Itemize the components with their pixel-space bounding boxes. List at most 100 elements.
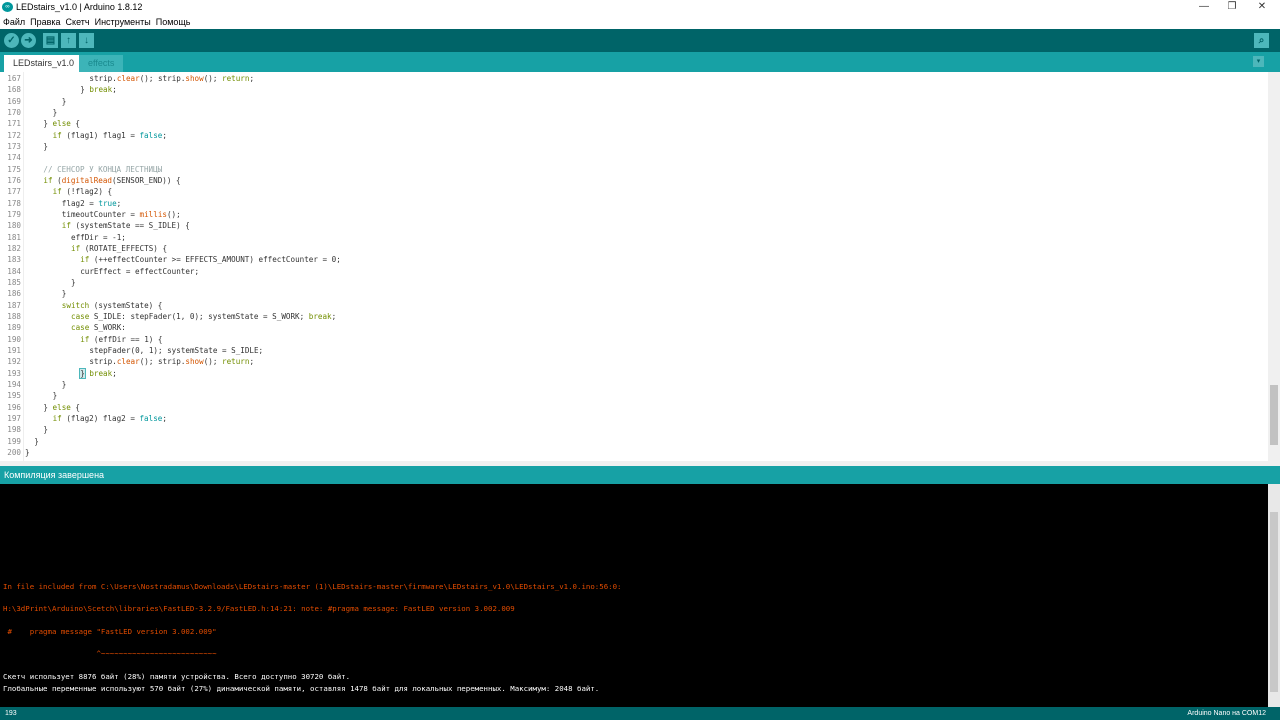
editor-scroll-thumb[interactable] bbox=[1270, 385, 1278, 445]
menu-sketch[interactable]: Скетч bbox=[66, 17, 90, 29]
menu-help[interactable]: Помощь bbox=[156, 17, 191, 29]
line-number: 187 bbox=[7, 300, 21, 310]
code-token: return bbox=[222, 357, 250, 367]
code-token: if bbox=[80, 334, 90, 344]
code-token: if bbox=[43, 175, 53, 185]
code-token: } bbox=[43, 425, 48, 435]
code-token: if bbox=[52, 130, 62, 140]
code-line: strip.clear(); strip.show(); return; bbox=[25, 356, 254, 367]
code-token: if bbox=[52, 187, 62, 197]
line-number: 189 bbox=[7, 323, 21, 333]
line-number: 176 bbox=[7, 175, 21, 185]
editor-scrollbar[interactable] bbox=[1268, 72, 1280, 461]
code-token: ; bbox=[331, 311, 337, 321]
close-button[interactable]: ✕ bbox=[1252, 1, 1272, 12]
code-token: if bbox=[80, 255, 90, 265]
code-line: flag2 = true; bbox=[25, 198, 121, 209]
code-token: { bbox=[70, 402, 80, 412]
code-line: } bbox=[25, 96, 67, 107]
code-line: } bbox=[25, 379, 67, 390]
minimize-button[interactable]: — bbox=[1194, 1, 1214, 12]
code-token: curEffect = effectCounter; bbox=[80, 266, 200, 276]
tab-effects[interactable]: effects bbox=[79, 55, 124, 72]
code-token: stepFader(0, 1); systemState = S_IDLE; bbox=[89, 345, 264, 355]
code-line: } bbox=[25, 436, 39, 447]
line-number: 186 bbox=[7, 289, 21, 299]
line-number: 183 bbox=[7, 255, 21, 265]
code-token: case bbox=[71, 323, 90, 333]
line-number: 198 bbox=[7, 425, 21, 435]
code-line: if (digitalRead(SENSOR_END)) { bbox=[25, 175, 181, 186]
line-number: 196 bbox=[7, 402, 21, 412]
code-token: } bbox=[52, 107, 58, 117]
code-line: if (!flag2) { bbox=[25, 186, 112, 197]
code-token: return bbox=[222, 74, 250, 83]
code-line: case S_IDLE: stepFader(1, 0); systemStat… bbox=[25, 311, 336, 322]
code-token: break bbox=[308, 311, 332, 321]
code-token: false bbox=[139, 413, 163, 423]
code-line: if (flag2) flag2 = false; bbox=[25, 413, 167, 424]
code-token: (); strip. bbox=[139, 74, 186, 83]
code-token: } bbox=[71, 277, 76, 287]
line-number: 170 bbox=[7, 107, 21, 117]
line-number: 179 bbox=[7, 209, 21, 219]
tab-menu-button[interactable]: ▾ bbox=[1253, 56, 1264, 67]
upload-button[interactable]: ➜ bbox=[21, 33, 36, 48]
line-number: 171 bbox=[7, 119, 21, 129]
board-port: Arduino Nano на COM12 bbox=[1187, 710, 1266, 717]
line-number: 182 bbox=[7, 243, 21, 253]
verify-button[interactable]: ✓ bbox=[4, 33, 19, 48]
line-number: 177 bbox=[7, 187, 21, 197]
new-sketch-button[interactable]: ▤ bbox=[43, 33, 58, 48]
code-token: ; bbox=[162, 130, 167, 140]
code-line: curEffect = effectCounter; bbox=[25, 266, 199, 277]
code-token: } bbox=[61, 96, 67, 106]
console-scrollbar[interactable] bbox=[1268, 484, 1280, 707]
code-line: case S_WORK: bbox=[25, 322, 126, 333]
status-bar: 193 Arduino Nano на COM12 bbox=[0, 707, 1280, 720]
status-message: Компиляция завершена bbox=[0, 466, 1280, 484]
console-line: ^~~~~~~~~~~~~~~~~~~~~~~~~~~ bbox=[3, 649, 217, 658]
save-button[interactable]: ↓ bbox=[79, 33, 94, 48]
code-line: // СЕНСОР У КОНЦА ЛЕСТНИЦЫ bbox=[25, 164, 162, 175]
line-number: 188 bbox=[7, 311, 21, 321]
line-number: 174 bbox=[7, 153, 21, 163]
maximize-button[interactable]: ❐ bbox=[1222, 1, 1242, 12]
window-title: LEDstairs_v1.0 | Arduino 1.8.12 bbox=[16, 2, 143, 12]
console-output: In file included from C:\Users\Nostradam… bbox=[0, 484, 1268, 707]
console-line: In file included from C:\Users\Nostradam… bbox=[3, 582, 622, 591]
code-token: } bbox=[52, 391, 58, 401]
code-editor[interactable]: 167 strip.clear(); strip.show(); return; 1… bbox=[0, 72, 1268, 461]
line-number: 178 bbox=[7, 198, 21, 208]
code-line: } else { bbox=[25, 118, 80, 129]
code-line: if (++effectCounter >= EFFECTS_AMOUNT) e… bbox=[25, 254, 341, 265]
line-number: 190 bbox=[7, 334, 21, 344]
menu-file[interactable]: Файл bbox=[3, 17, 25, 29]
code-token: } bbox=[61, 289, 67, 299]
tab-ledstairs[interactable]: LEDstairs_v1.0 bbox=[4, 55, 84, 72]
code-token: ; bbox=[249, 74, 255, 83]
menu-tools[interactable]: Инструменты bbox=[95, 17, 151, 29]
code-line: if (flag1) flag1 = false; bbox=[25, 130, 167, 141]
code-token: (systemState == S_IDLE) { bbox=[70, 221, 190, 231]
code-line: } bbox=[25, 447, 30, 458]
code-token: ( bbox=[52, 175, 62, 185]
code-token: digitalRead bbox=[61, 175, 112, 185]
code-token: ; bbox=[162, 413, 167, 423]
code-token: S_IDLE: stepFader(1, 0); systemState = S… bbox=[89, 311, 309, 321]
code-token: show bbox=[185, 74, 204, 83]
line-number: 192 bbox=[7, 357, 21, 367]
code-token: } bbox=[80, 85, 90, 95]
open-button[interactable]: ↑ bbox=[61, 33, 76, 48]
line-number: 181 bbox=[7, 232, 21, 242]
console-scroll-thumb[interactable] bbox=[1270, 512, 1278, 692]
code-line: } break; bbox=[25, 84, 117, 95]
line-number: 194 bbox=[7, 379, 21, 389]
code-line: effDir = -1; bbox=[25, 232, 126, 243]
line-number: 169 bbox=[7, 96, 21, 106]
serial-monitor-button[interactable]: ⌕ bbox=[1254, 33, 1269, 48]
menu-edit[interactable]: Правка bbox=[30, 17, 60, 29]
code-token: (SENSOR_END)) { bbox=[112, 175, 181, 185]
line-number: 173 bbox=[7, 141, 21, 151]
code-line: } bbox=[25, 390, 58, 401]
